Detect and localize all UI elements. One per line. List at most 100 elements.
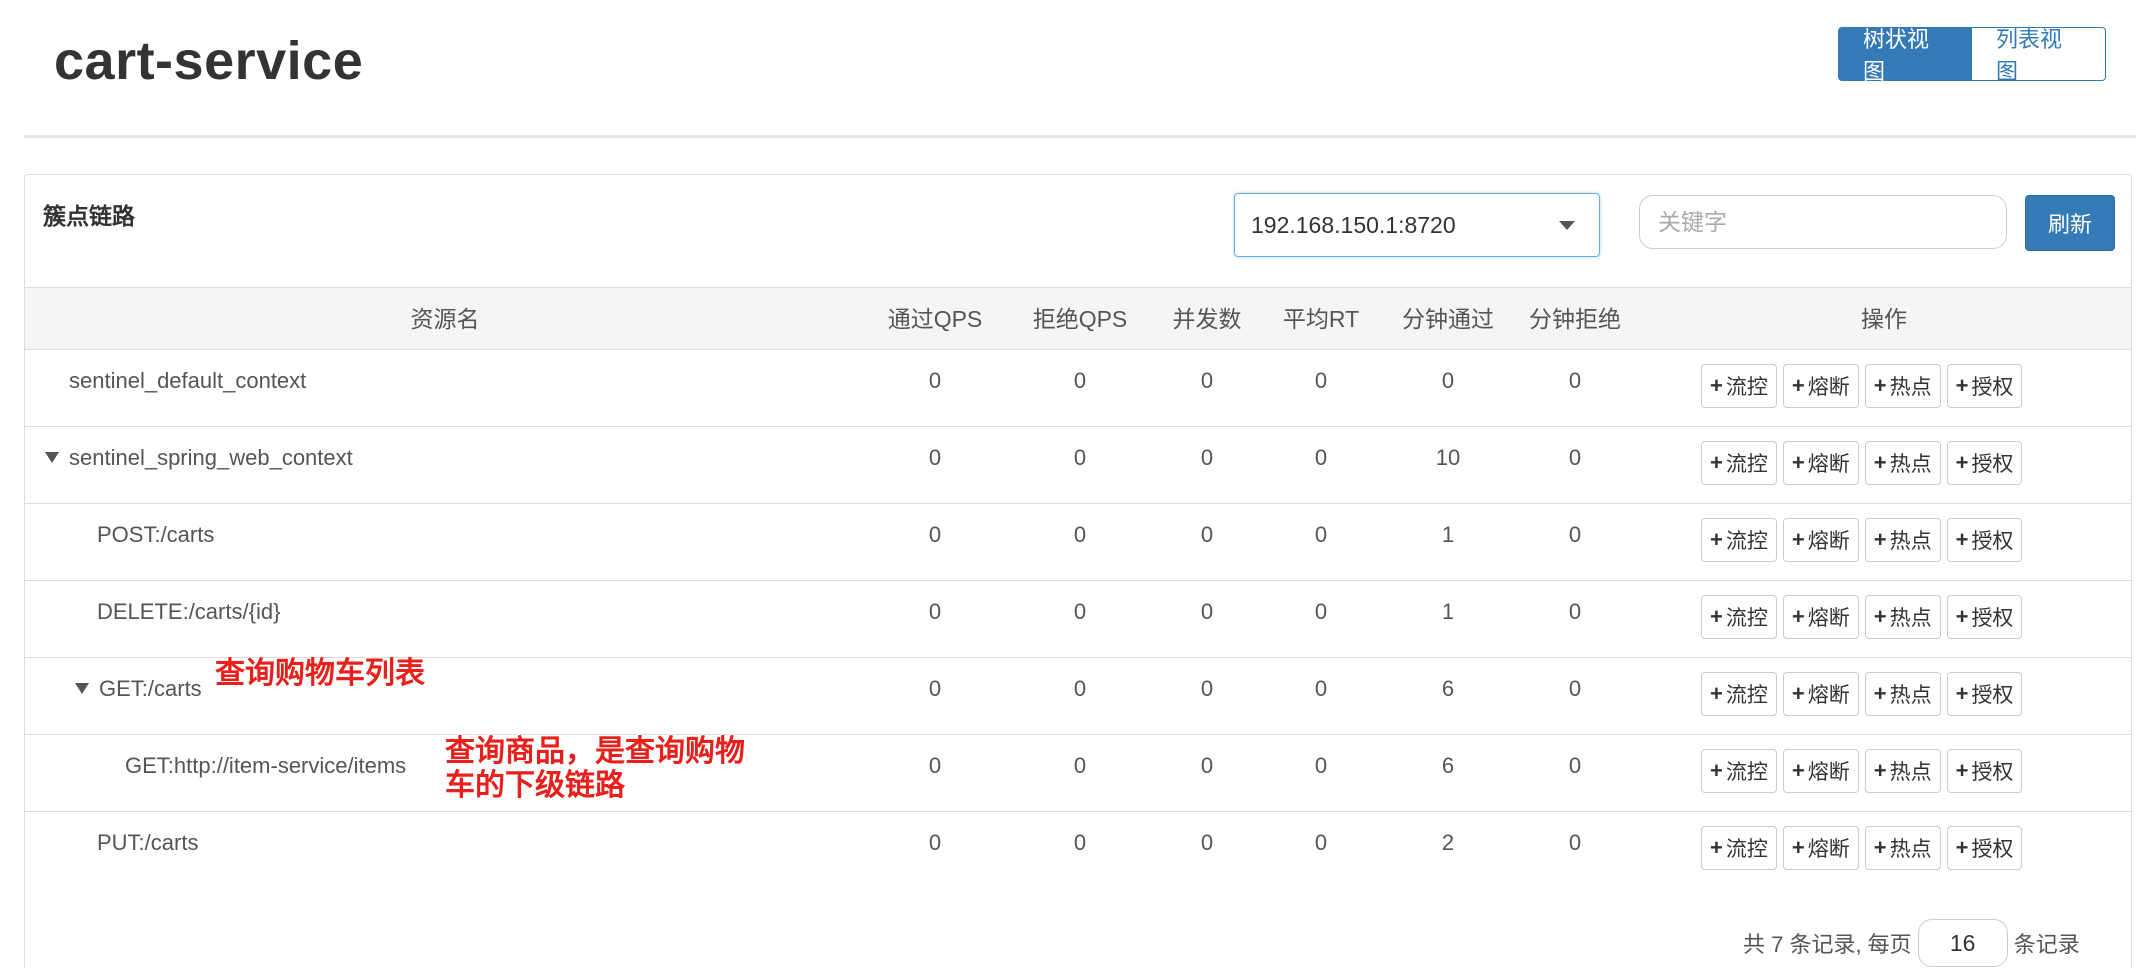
cell-minute-block: 0 (1568, 368, 1582, 393)
table-row: POST:/carts 0 0 0 0 1 0 + 流控 + 熔断 + 热点 + 授权 (25, 504, 2131, 581)
add-degrade-button[interactable]: + 熔断 (1782, 518, 1859, 562)
action-label: 热点 (1889, 761, 1932, 784)
cell-minute-pass: 0 (1441, 368, 1455, 393)
plus-icon: + (1955, 604, 1969, 629)
cell-pass-qps: 0 (928, 599, 942, 624)
add-flow-control-button[interactable]: + 流控 (1701, 826, 1777, 870)
resource-name-cell: GET:http://item-service/items (125, 751, 406, 781)
panel-title: 簇点链路 (43, 203, 135, 229)
row-actions: + 流控 + 熔断 + 热点 + 授权 (1701, 518, 2023, 562)
add-authority-button[interactable]: + 授权 (1946, 595, 2023, 639)
add-hot-param-button[interactable]: + 热点 (1864, 595, 1941, 639)
add-degrade-button[interactable]: + 熔断 (1782, 826, 1859, 870)
caret-down-icon[interactable] (45, 451, 59, 463)
resource-name-cell[interactable]: sentinel_spring_web_context (45, 443, 353, 473)
plus-icon: + (1955, 758, 1969, 783)
add-authority-button[interactable]: + 授权 (1946, 749, 2023, 793)
keyword-input[interactable] (1639, 195, 2007, 249)
list-view-button[interactable]: 列表视图 (1972, 27, 2106, 84)
column-header-resource: 资源名 (410, 306, 480, 332)
cell-avg-rt: 0 (1314, 522, 1328, 547)
add-authority-button[interactable]: + 授权 (1946, 441, 2023, 485)
action-label: 熔断 (1807, 838, 1850, 861)
cell-minute-block: 0 (1568, 599, 1582, 624)
row-actions: + 流控 + 熔断 + 热点 + 授权 (1701, 364, 2023, 408)
add-flow-control-button[interactable]: + 流控 (1701, 749, 1777, 793)
plus-icon: + (1873, 527, 1887, 552)
row-actions: + 流控 + 熔断 + 热点 + 授权 (1701, 826, 2023, 870)
action-label: 流控 (1725, 684, 1768, 707)
action-label: 流控 (1725, 761, 1768, 784)
column-header-concurrency: 并发数 (1172, 306, 1242, 332)
plus-icon: + (1873, 835, 1887, 860)
add-degrade-button[interactable]: + 熔断 (1782, 595, 1859, 639)
column-header-minute-block: 分钟拒绝 (1529, 306, 1621, 332)
resource-name: POST:/carts (97, 522, 215, 547)
cell-block-qps: 0 (1073, 368, 1087, 393)
cell-minute-block: 0 (1568, 676, 1582, 701)
add-degrade-button[interactable]: + 熔断 (1782, 441, 1859, 485)
plus-icon: + (1955, 681, 1969, 706)
add-hot-param-button[interactable]: + 热点 (1864, 518, 1941, 562)
cell-minute-block: 0 (1568, 445, 1582, 470)
action-label: 热点 (1889, 453, 1932, 476)
add-degrade-button[interactable]: + 熔断 (1782, 672, 1859, 716)
add-hot-param-button[interactable]: + 热点 (1864, 826, 1941, 870)
row-actions: + 流控 + 熔断 + 热点 + 授权 (1701, 595, 2023, 639)
add-authority-button[interactable]: + 授权 (1946, 364, 2023, 408)
add-flow-control-button[interactable]: + 流控 (1701, 518, 1777, 562)
cell-avg-rt: 0 (1314, 599, 1328, 624)
add-flow-control-button[interactable]: + 流控 (1701, 441, 1777, 485)
action-label: 热点 (1889, 530, 1932, 553)
action-label: 热点 (1889, 684, 1932, 707)
action-label: 授权 (1971, 453, 2014, 476)
add-authority-button[interactable]: + 授权 (1946, 826, 2023, 870)
add-degrade-button[interactable]: + 熔断 (1782, 749, 1859, 793)
caret-down-icon[interactable] (75, 682, 89, 694)
plus-icon: + (1710, 373, 1723, 398)
cell-avg-rt: 0 (1314, 753, 1328, 778)
action-label: 授权 (1971, 530, 2014, 553)
machine-select[interactable]: 192.168.150.1:8720 (1234, 193, 1600, 257)
cell-pass-qps: 0 (928, 368, 942, 393)
add-authority-button[interactable]: + 授权 (1946, 518, 2023, 562)
action-label: 流控 (1725, 607, 1768, 630)
column-header-avg-rt: 平均RT (1282, 306, 1360, 332)
annotation-get-carts: 查询购物车列表 (215, 656, 425, 691)
cell-block-qps: 0 (1073, 753, 1087, 778)
table-header: 资源名 通过QPS 拒绝QPS 并发数 平均RT 分钟通过 分钟拒绝 操作 (25, 287, 2131, 350)
page: cart-service 树状视图 列表视图 簇点链路 192.168.150.… (0, 0, 2136, 968)
add-hot-param-button[interactable]: + 热点 (1864, 441, 1941, 485)
cell-minute-pass: 6 (1441, 676, 1455, 701)
cell-minute-pass: 1 (1441, 599, 1455, 624)
resource-name: sentinel_default_context (69, 368, 307, 393)
plus-icon: + (1710, 758, 1723, 783)
add-hot-param-button[interactable]: + 热点 (1864, 364, 1941, 408)
cell-concurrency: 0 (1200, 368, 1214, 393)
add-flow-control-button[interactable]: + 流控 (1701, 364, 1777, 408)
add-flow-control-button[interactable]: + 流控 (1701, 595, 1777, 639)
add-degrade-button[interactable]: + 熔断 (1782, 364, 1859, 408)
action-label: 流控 (1725, 376, 1768, 399)
resource-name: PUT:/carts (97, 830, 199, 855)
page-size-input[interactable] (1917, 919, 2008, 967)
cell-block-qps: 0 (1073, 445, 1087, 470)
action-label: 热点 (1889, 376, 1932, 399)
plus-icon: + (1791, 373, 1805, 398)
add-hot-param-button[interactable]: + 热点 (1864, 749, 1941, 793)
refresh-button[interactable]: 刷新 (2025, 195, 2115, 251)
cell-minute-block: 0 (1568, 830, 1582, 855)
resource-name: sentinel_spring_web_context (69, 445, 353, 470)
cell-minute-pass: 2 (1441, 830, 1455, 855)
cell-pass-qps: 0 (928, 522, 942, 547)
resource-name-cell[interactable]: GET:/carts (75, 674, 202, 704)
tree-view-button[interactable]: 树状视图 (1838, 27, 1972, 84)
add-hot-param-button[interactable]: + 热点 (1864, 672, 1941, 716)
plus-icon: + (1791, 527, 1805, 552)
plus-icon: + (1710, 450, 1723, 475)
add-flow-control-button[interactable]: + 流控 (1701, 672, 1777, 716)
add-authority-button[interactable]: + 授权 (1946, 672, 2023, 716)
plus-icon: + (1791, 450, 1805, 475)
resource-name: DELETE:/carts/{id} (97, 599, 281, 624)
cell-pass-qps: 0 (928, 676, 942, 701)
